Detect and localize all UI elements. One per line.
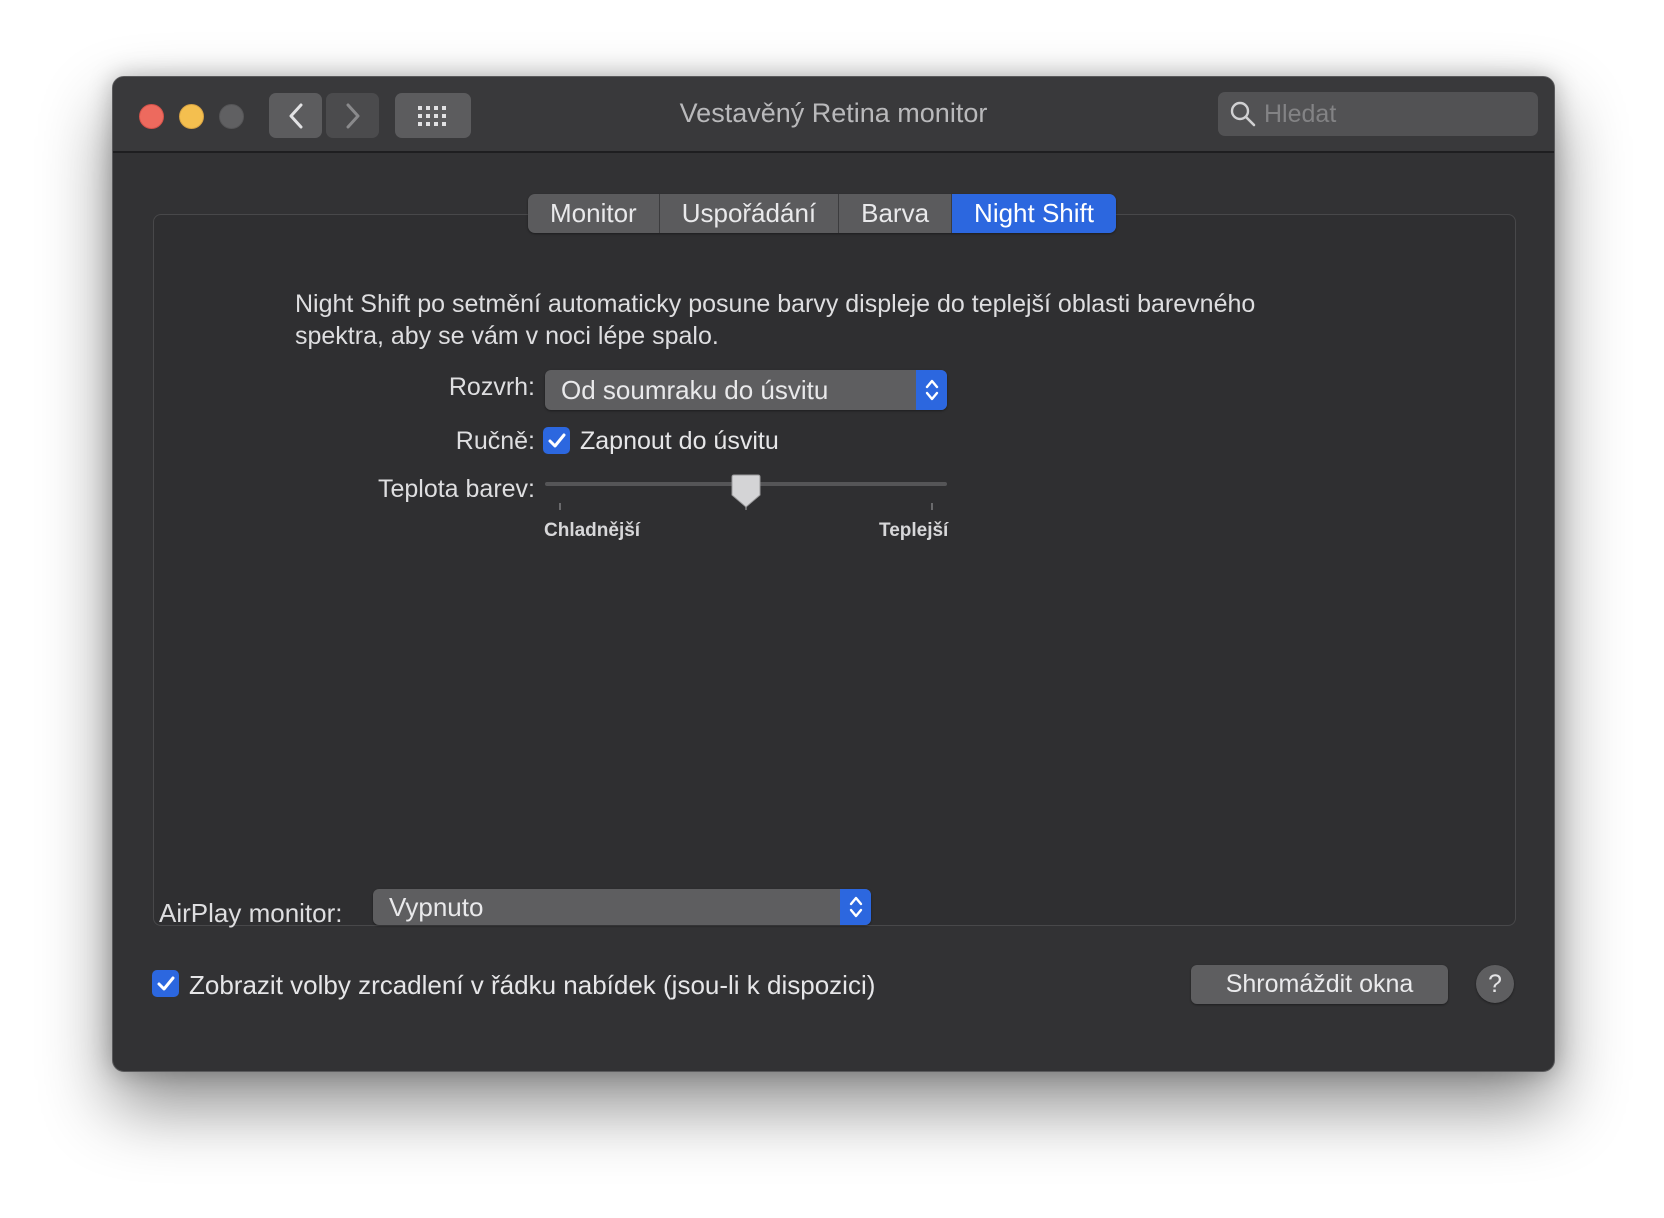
night-shift-description: Night Shift po setmění automaticky posun… [295,290,1256,350]
search-icon [1230,101,1256,127]
schedule-label: Rozvrh: [448,373,535,401]
checkmark-icon [157,976,174,990]
manual-checkbox[interactable] [543,427,570,454]
title-bar: Vestavěný Retina monitor Hledat [113,77,1554,153]
mirroring-checkbox[interactable] [152,970,179,997]
tab-color[interactable]: Barva [839,194,953,233]
airplay-value: Vypnuto [389,891,484,922]
temperature-label: Teplota barev: [377,475,535,503]
airplay-label: AirPlay monitor: [159,898,343,928]
tab-monitor[interactable]: Monitor [528,194,660,233]
tab-arrangement[interactable]: Uspořádání [660,194,840,233]
popup-arrows-icon [916,370,947,410]
manual-label: Ručně: [455,427,535,455]
airplay-popup[interactable]: Vypnuto [373,889,871,925]
schedule-popup[interactable]: Od soumraku do úsvitu [545,370,947,410]
slider-tick-max [931,503,933,510]
search-field[interactable]: Hledat [1218,92,1538,136]
mirroring-checkbox-label: Zobrazit volby zrcadlení v řádku nabídek… [189,970,876,1000]
slider-max-label: Teplejší [879,520,949,541]
help-button[interactable]: ? [1476,965,1514,1003]
popup-arrows-icon [840,889,871,925]
tab-night-shift[interactable]: Night Shift [952,194,1116,233]
gather-windows-button[interactable]: Shromáždit okna [1191,965,1448,1004]
system-preferences-window: Vestavěný Retina monitor Hledat Monitor … [112,76,1555,1072]
slider-tick-min [559,503,561,510]
temperature-slider-knob[interactable] [731,473,761,514]
search-placeholder: Hledat [1264,99,1337,128]
slider-min-label: Chladnější [544,520,641,541]
checkmark-icon [548,433,565,447]
schedule-value: Od soumraku do úsvitu [561,374,829,405]
tab-bar: Monitor Uspořádání Barva Night Shift [528,194,1116,233]
manual-checkbox-label: Zapnout do úsvitu [580,427,779,455]
